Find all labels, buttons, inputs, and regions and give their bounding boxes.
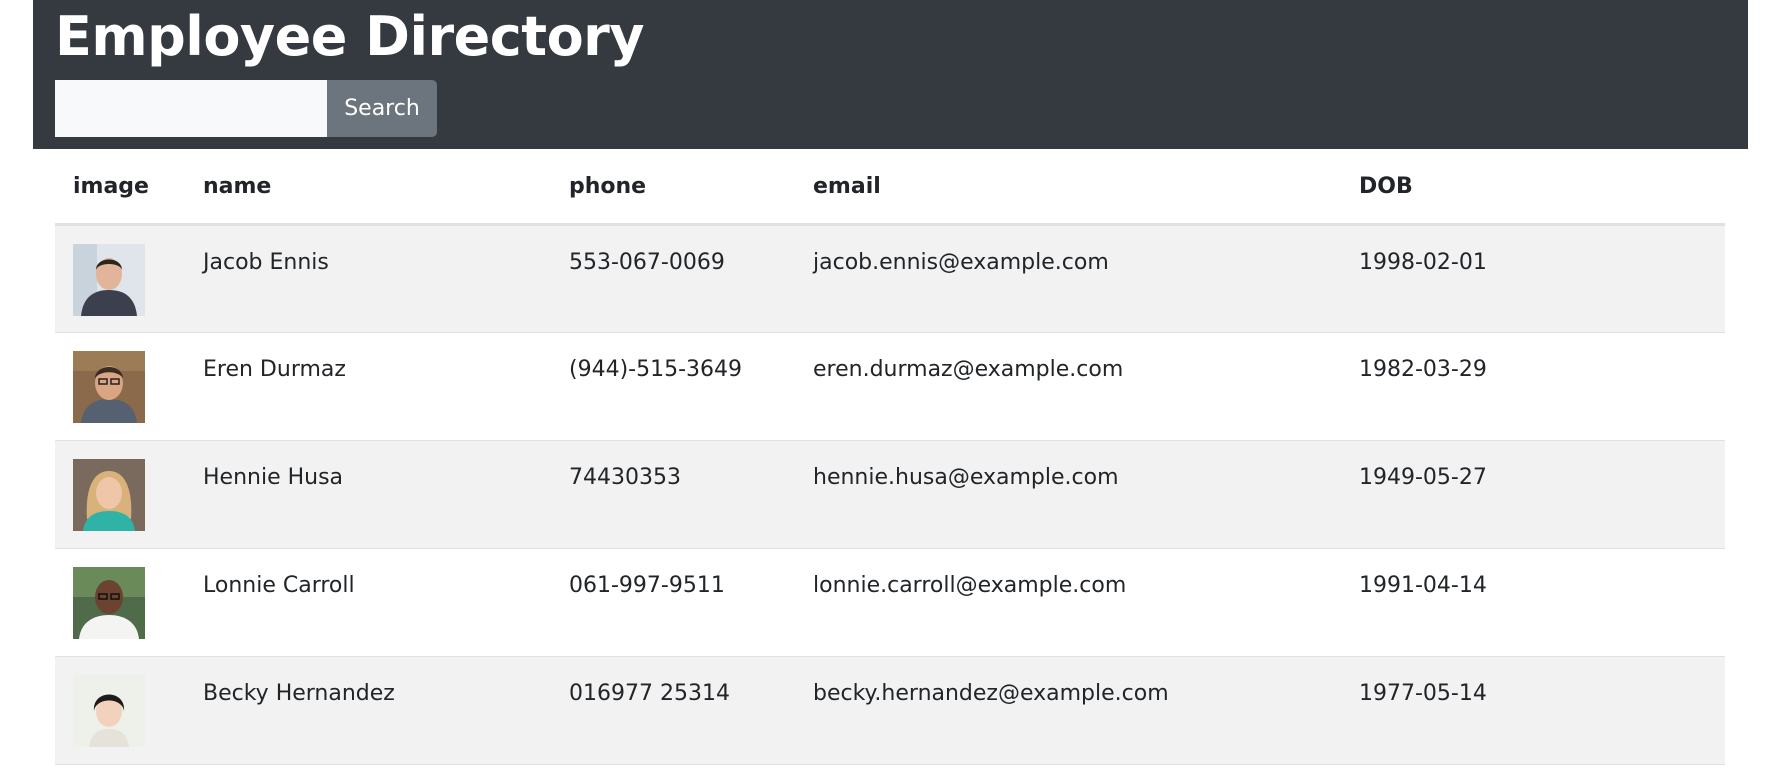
table-row: Lonnie Carroll 061-997-9511 lonnie.carro… [55,548,1725,657]
column-header-name[interactable]: name [185,149,551,226]
avatar [73,675,145,747]
name-cell: Becky Hernandez [185,656,551,765]
table-row: Jacob Ennis 553-067-0069 jacob.ennis@exa… [55,224,1725,333]
name-cell: Hennie Husa [185,440,551,549]
image-cell [55,548,185,657]
image-cell [55,440,185,549]
email-cell: becky.hernandez@example.com [795,656,1341,765]
employee-table: image name phone email DOB Jacob Ennis 5… [55,149,1725,765]
phone-cell: 553-067-0069 [551,224,795,333]
avatar [73,459,145,531]
phone-cell: (944)-515-3649 [551,332,795,441]
email-cell: eren.durmaz@example.com [795,332,1341,441]
search-input[interactable] [55,80,327,137]
column-header-image[interactable]: image [55,149,185,226]
dob-cell: 1949-05-27 [1341,440,1725,549]
column-header-phone[interactable]: phone [551,149,795,226]
avatar [73,567,145,639]
phone-cell: 061-997-9511 [551,548,795,657]
table-row: Hennie Husa 74430353 hennie.husa@example… [55,440,1725,549]
table-header-row: image name phone email DOB [55,149,1725,226]
dob-cell: 1998-02-01 [1341,224,1725,333]
column-header-email[interactable]: email [795,149,1341,226]
avatar [73,244,145,316]
phone-cell: 74430353 [551,440,795,549]
phone-cell: 016977 25314 [551,656,795,765]
dob-cell: 1982-03-29 [1341,332,1725,441]
table-row: Eren Durmaz (944)-515-3649 eren.durmaz@e… [55,332,1725,441]
email-cell: hennie.husa@example.com [795,440,1341,549]
search-button[interactable]: Search [327,80,437,137]
dob-cell: 1991-04-14 [1341,548,1725,657]
image-cell [55,224,185,333]
name-cell: Jacob Ennis [185,224,551,333]
email-cell: lonnie.carroll@example.com [795,548,1341,657]
page-title: Employee Directory [55,5,645,68]
page-header: Employee Directory Search [33,0,1748,149]
dob-cell: 1977-05-14 [1341,656,1725,765]
image-cell [55,656,185,765]
name-cell: Eren Durmaz [185,332,551,441]
avatar [73,351,145,423]
image-cell [55,332,185,441]
name-cell: Lonnie Carroll [185,548,551,657]
email-cell: jacob.ennis@example.com [795,224,1341,333]
table-row: Becky Hernandez 016977 25314 becky.herna… [55,656,1725,765]
column-header-dob[interactable]: DOB [1341,149,1725,226]
